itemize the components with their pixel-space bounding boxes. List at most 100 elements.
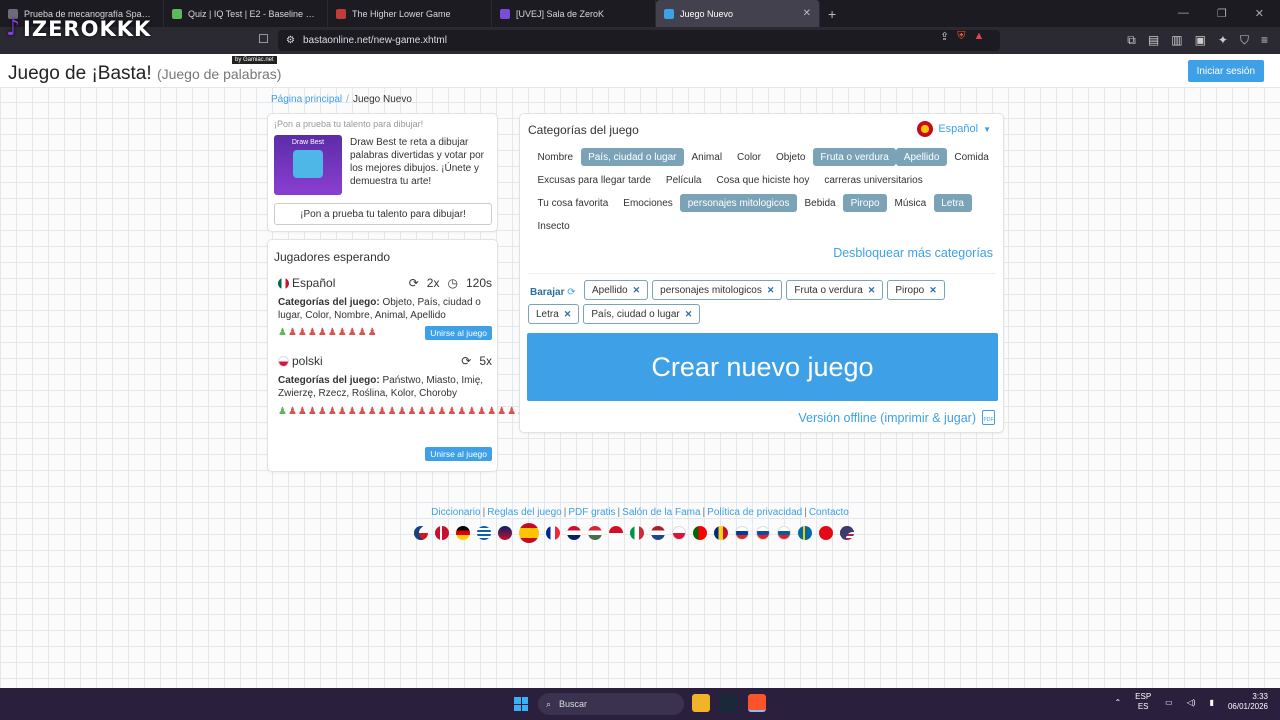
poland-flag-icon[interactable] [672, 526, 686, 540]
new-tab-icon[interactable]: + [820, 6, 844, 22]
extensions-icon[interactable]: ⧉ [1127, 33, 1136, 48]
indonesia-flag-icon[interactable] [609, 526, 623, 540]
tab-title: [UVEJ] Sala de ZeroK [516, 8, 605, 19]
close-window-icon[interactable]: ✕ [1255, 7, 1264, 20]
language-selector[interactable]: Español ▼ [917, 121, 991, 137]
germany-flag-icon[interactable] [456, 526, 470, 540]
portugal-flag-icon[interactable] [693, 526, 707, 540]
taskbar-search[interactable]: ⌕ Buscar [538, 693, 684, 715]
game-rounds: 2x [426, 276, 440, 290]
clock[interactable]: 3:33 06/01/2026 [1228, 692, 1268, 712]
uk-flag-icon[interactable] [498, 526, 512, 540]
leo-icon[interactable]: ✦ [1218, 33, 1228, 48]
join-game-button[interactable]: Unirse al juego [425, 326, 492, 340]
reader-icon[interactable]: ▤ [1148, 33, 1159, 48]
greece-flag-icon[interactable] [477, 526, 491, 540]
remove-tag-icon[interactable]: ✕ [685, 309, 693, 320]
slovenia-flag-icon[interactable] [777, 526, 791, 540]
wallet-icon[interactable]: ▣ [1195, 33, 1206, 48]
menu-icon[interactable]: ≡ [1261, 33, 1268, 48]
category-chip[interactable]: Película [658, 171, 709, 189]
category-chip[interactable]: Piropo [843, 194, 888, 212]
steam-icon[interactable] [720, 694, 738, 712]
category-chip[interactable]: Música [887, 194, 934, 212]
network-icon[interactable]: ▭ [1165, 698, 1173, 707]
minimize-icon[interactable]: — [1178, 7, 1189, 20]
breadcrumb-home-link[interactable]: Página principal [271, 94, 342, 105]
spain-flag-icon[interactable] [519, 523, 539, 543]
category-chip[interactable]: personajes mitologicos [680, 194, 797, 212]
bookmark-icon[interactable]: ☐ [258, 32, 269, 46]
footer-link[interactable]: Salón de la Fama [622, 507, 700, 518]
usa-flag-icon[interactable] [840, 526, 854, 540]
category-chip[interactable]: Letra [933, 194, 972, 212]
category-chip[interactable]: Color [730, 148, 769, 166]
rewards-icon[interactable]: ▲ [973, 30, 984, 43]
category-chip[interactable]: Nombre [530, 148, 581, 166]
remove-tag-icon[interactable]: ✕ [564, 309, 572, 320]
turkey-flag-icon[interactable] [819, 526, 833, 540]
romania-flag-icon[interactable] [714, 526, 728, 540]
site-settings-icon[interactable]: ⚙ [286, 35, 295, 46]
category-chip[interactable]: Tu cosa favorita [530, 194, 616, 212]
category-chip[interactable]: Insecto [530, 217, 577, 235]
category-chip[interactable]: Cosa que hiciste hoy [709, 171, 817, 189]
windows-start-icon[interactable] [514, 697, 528, 711]
brave-shield-icon[interactable]: ⛨ [957, 30, 965, 43]
footer-link[interactable]: Contacto [809, 507, 849, 518]
brave-browser-icon[interactable] [748, 694, 766, 712]
hungary-flag-icon[interactable] [588, 526, 602, 540]
promo-button[interactable]: ¡Pon a prueba tu talento para dibujar! [274, 203, 492, 225]
czech-flag-icon[interactable] [414, 526, 428, 540]
browser-tab[interactable]: [UVEJ] Sala de ZeroK [492, 0, 656, 27]
netherlands-flag-icon[interactable] [651, 526, 665, 540]
category-chip[interactable]: Bebida [797, 194, 843, 212]
category-chip[interactable]: Animal [684, 148, 730, 166]
category-chip[interactable]: Excusas para llegar tarde [530, 171, 658, 189]
remove-tag-icon[interactable]: ✕ [868, 285, 876, 296]
category-chip[interactable]: Objeto [768, 148, 812, 166]
category-chip[interactable]: País, ciudad o lugar [580, 148, 684, 166]
footer-link[interactable]: Política de privacidad [707, 507, 802, 518]
sweden-flag-icon[interactable] [798, 526, 812, 540]
input-language[interactable]: ESP ES [1135, 692, 1151, 712]
create-game-button[interactable]: Crear nuevo juego [527, 333, 998, 401]
category-chip[interactable]: Comida [947, 148, 996, 166]
footer-link[interactable]: PDF gratis [568, 507, 615, 518]
maximize-icon[interactable]: ❐ [1217, 7, 1227, 20]
category-chip[interactable]: carreras universitarios [817, 171, 930, 189]
category-chip[interactable]: Fruta o verdura [812, 148, 897, 166]
category-chip[interactable]: Apellido [896, 148, 947, 166]
tray-chevron-icon[interactable]: ⌃ [1114, 698, 1121, 707]
draw-best-thumbnail[interactable]: Draw Best [274, 135, 342, 195]
address-bar[interactable]: ⚙ bastaonline.net/new-game.xhtml [278, 30, 1000, 51]
remove-tag-icon[interactable]: ✕ [633, 285, 641, 296]
browser-tab[interactable]: Juego Nuevo ✕ [656, 0, 820, 27]
gamiac-badge[interactable]: by Gamiac.net [232, 56, 277, 64]
close-tab-icon[interactable]: ✕ [803, 8, 811, 19]
slovakia-flag-icon[interactable] [756, 526, 770, 540]
share-icon[interactable]: ⇪ [940, 30, 949, 43]
russia-flag-icon[interactable] [735, 526, 749, 540]
footer-link[interactable]: Diccionario [431, 507, 480, 518]
denmark-flag-icon[interactable] [435, 526, 449, 540]
unlock-categories-link[interactable]: Desbloquear más categorías [833, 246, 993, 260]
offline-version-link[interactable]: Versión offline (imprimir & jugar) PDF [798, 410, 995, 425]
remove-tag-icon[interactable]: ✕ [929, 285, 937, 296]
login-button[interactable]: Iniciar sesión [1187, 60, 1264, 82]
battery-icon[interactable]: ▮ [1210, 698, 1214, 707]
italy-flag-icon[interactable] [630, 526, 644, 540]
footer-link[interactable]: Reglas del juego [487, 507, 562, 518]
france-flag-icon[interactable] [546, 526, 560, 540]
clock-time: 3:33 [1252, 692, 1268, 701]
file-explorer-icon[interactable] [692, 694, 710, 712]
browser-tab[interactable]: Quiz | IQ Test | E2 - Baseline » Blosso [164, 0, 328, 27]
category-chip[interactable]: Emociones [616, 194, 680, 212]
croatia-flag-icon[interactable] [567, 526, 581, 540]
remove-tag-icon[interactable]: ✕ [767, 285, 775, 296]
browser-tab[interactable]: The Higher Lower Game [328, 0, 492, 27]
vpn-icon[interactable]: ⛉ [1240, 33, 1249, 48]
sidebar-icon[interactable]: ▥ [1171, 33, 1182, 48]
volume-icon[interactable]: ◁) [1187, 698, 1196, 707]
join-game-button[interactable]: Unirse al juego [425, 447, 492, 461]
